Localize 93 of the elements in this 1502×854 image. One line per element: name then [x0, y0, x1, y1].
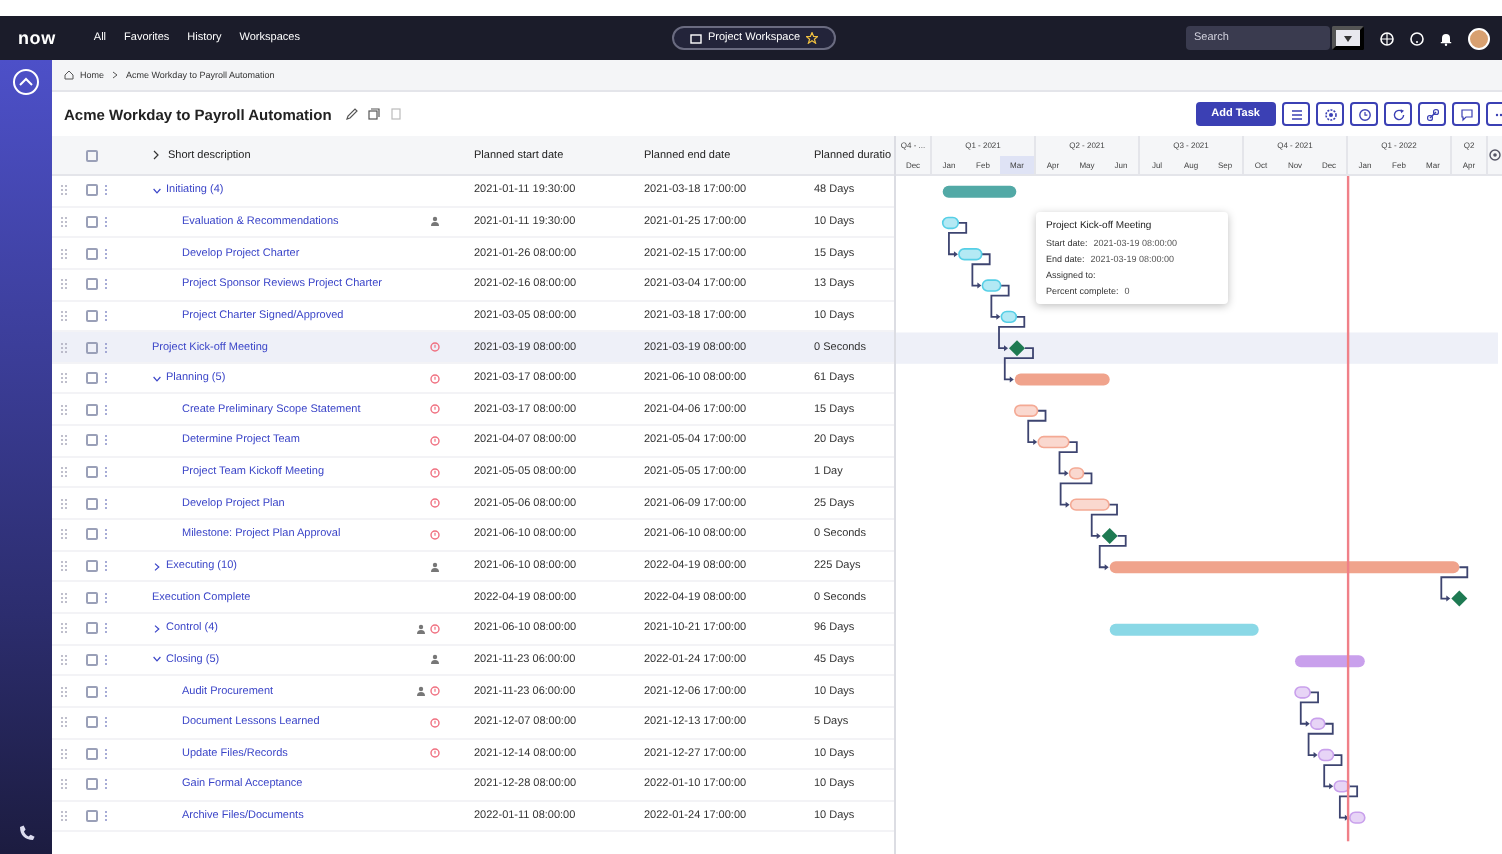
task-bar[interactable]	[1349, 811, 1366, 824]
pencil-icon[interactable]	[345, 108, 358, 120]
alert-icon	[430, 373, 440, 384]
phone-icon[interactable]	[17, 824, 35, 842]
row-checkbox[interactable]	[86, 466, 98, 479]
chevron-icon[interactable]	[152, 654, 162, 665]
chevron-icon[interactable]	[152, 561, 162, 571]
dropdown-button[interactable]	[1332, 26, 1364, 50]
chevron-icon[interactable]	[152, 623, 162, 634]
bell-icon[interactable]	[1440, 31, 1452, 45]
summary-bar[interactable]	[1014, 373, 1110, 386]
row-checkbox[interactable]	[86, 716, 98, 729]
row-checkbox[interactable]	[86, 591, 98, 604]
task-bar[interactable]	[941, 216, 960, 230]
task-bar[interactable]	[1309, 717, 1326, 730]
summary-bar[interactable]	[1109, 623, 1259, 636]
row-checkbox[interactable]	[86, 341, 98, 354]
toolbar-button[interactable]	[1316, 102, 1344, 126]
alert-icon	[430, 342, 440, 353]
alert-icon	[430, 529, 440, 540]
row-checkbox[interactable]	[86, 434, 98, 447]
user-icon	[430, 561, 440, 571]
summary-bar[interactable]	[1295, 655, 1365, 668]
row-checkbox[interactable]	[86, 622, 98, 635]
toolbar-button[interactable]	[1418, 102, 1446, 126]
row-checkbox[interactable]	[86, 778, 98, 791]
row-checkbox[interactable]	[86, 403, 98, 416]
task-bar[interactable]	[1069, 498, 1110, 511]
settings-icon[interactable]	[1488, 148, 1502, 162]
link-icon	[1425, 107, 1439, 121]
row-checkbox[interactable]	[86, 309, 98, 322]
toolbar-button[interactable]	[1384, 102, 1412, 126]
row-checkbox[interactable]	[86, 372, 98, 385]
star-icon	[806, 32, 819, 44]
gear-icon	[1323, 107, 1337, 121]
task-bar[interactable]	[1294, 686, 1311, 699]
summary-bar[interactable]	[942, 185, 1017, 198]
help-icon[interactable]	[1410, 31, 1424, 45]
summary-bar[interactable]	[1109, 561, 1460, 574]
refresh-icon	[1391, 107, 1405, 121]
row-checkbox[interactable]	[86, 685, 98, 698]
globe-icon[interactable]	[1380, 31, 1394, 45]
row-checkbox[interactable]	[86, 184, 98, 197]
task-bar[interactable]	[1317, 748, 1335, 762]
toolbar-button[interactable]	[1282, 102, 1310, 126]
milestone-marker[interactable]	[1451, 590, 1468, 607]
chevron-icon[interactable]	[152, 185, 162, 196]
alert-icon	[430, 717, 440, 728]
menu-circle-icon[interactable]	[12, 68, 40, 96]
row-checkbox[interactable]	[86, 560, 98, 572]
milestone-marker[interactable]	[1009, 340, 1025, 357]
chevron-icon[interactable]	[152, 373, 162, 384]
user-icon	[430, 654, 440, 665]
task-bar[interactable]	[1000, 310, 1018, 324]
row-checkbox[interactable]	[86, 278, 98, 291]
row-checkbox[interactable]	[86, 497, 98, 510]
task-bar[interactable]	[1037, 435, 1070, 449]
header-checkbox[interactable]	[86, 149, 98, 161]
user-icon	[430, 216, 440, 227]
user-icon	[416, 686, 426, 697]
row-checkbox[interactable]	[86, 653, 98, 666]
row-checkbox[interactable]	[86, 528, 98, 541]
row-checkbox[interactable]	[86, 810, 98, 823]
task-bar[interactable]	[1068, 467, 1085, 480]
alert-icon	[430, 748, 440, 759]
clock-icon	[1357, 107, 1371, 121]
document-icon[interactable]	[389, 108, 402, 120]
task-bar[interactable]	[1013, 404, 1039, 417]
row-checkbox[interactable]	[86, 747, 98, 760]
task-bar[interactable]	[981, 279, 1002, 292]
home-icon	[64, 70, 74, 80]
comment-icon	[1459, 107, 1473, 121]
alert-icon	[430, 467, 440, 478]
logo[interactable]: now	[18, 28, 56, 48]
avatar[interactable]	[1468, 27, 1490, 49]
chevron-icon[interactable]	[152, 150, 160, 160]
copy-icon[interactable]	[367, 108, 380, 120]
window-icon	[689, 33, 702, 43]
caret-icon	[1344, 35, 1352, 41]
alert-icon	[430, 623, 440, 634]
alert-icon	[430, 435, 440, 446]
alert-icon	[430, 498, 440, 509]
milestone-marker[interactable]	[1101, 527, 1118, 544]
list-icon	[1289, 107, 1303, 121]
task-bar[interactable]	[958, 248, 983, 261]
row-checkbox[interactable]	[86, 215, 98, 228]
toolbar-button[interactable]	[1452, 102, 1480, 126]
row-checkbox[interactable]	[86, 247, 98, 260]
toolbar-button[interactable]	[1350, 102, 1378, 126]
alert-icon	[430, 404, 440, 415]
alert-icon	[430, 686, 440, 697]
user-icon	[416, 623, 426, 634]
chevron-icon	[110, 70, 121, 80]
